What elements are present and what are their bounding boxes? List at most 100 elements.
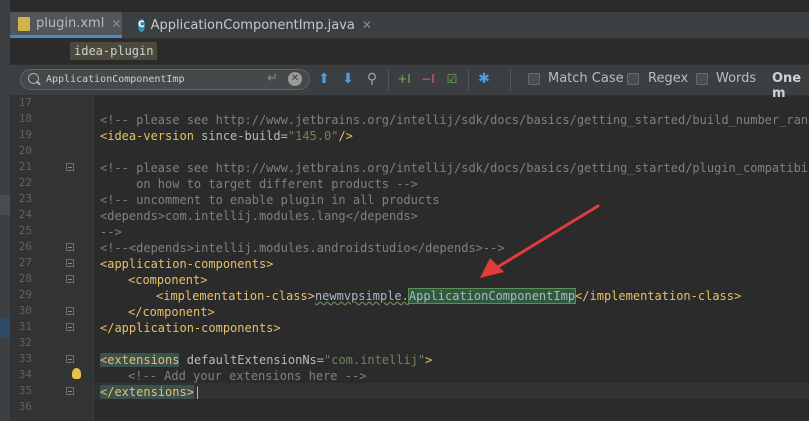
next-occurrence-icon[interactable]: ⬇ <box>340 71 356 87</box>
attribute-value: "com.intellij" <box>324 353 426 367</box>
toolbar-divider <box>510 70 511 90</box>
caret-row-highlight <box>94 383 809 399</box>
code-line-21: <!-- please see http://www.jetbrains.org… <box>100 160 809 176</box>
code-line-18: <!-- please see http://www.jetbrains.org… <box>100 112 809 128</box>
match-case-label[interactable]: Match Case <box>548 71 624 86</box>
code-line-34: <!-- Add your extensions here --> <box>128 368 366 384</box>
comment: <!-- please see http://www.jetbrains.org… <box>100 113 809 127</box>
search-input[interactable] <box>46 72 266 87</box>
words-checkbox[interactable] <box>696 73 708 85</box>
attribute-value: "145.0" <box>287 129 339 143</box>
line-number: 29 <box>18 288 32 301</box>
equals: = <box>280 129 288 143</box>
editor-tab-bar: plugin.xml ✕ C ApplicationComponentImp.j… <box>10 12 809 39</box>
regex-label[interactable]: Regex <box>648 71 688 86</box>
gutter-divider <box>93 95 94 421</box>
fold-marker[interactable] <box>66 243 74 251</box>
code-line-27: <application-components> <box>100 256 273 272</box>
line-number: 17 <box>18 96 32 109</box>
code-line-35: </extensions>| <box>100 384 201 400</box>
tag: </application-components> <box>100 321 281 335</box>
fold-marker[interactable] <box>66 259 74 267</box>
tag: <implementation-class> <box>156 289 315 303</box>
fold-marker[interactable] <box>66 323 74 331</box>
fold-marker[interactable] <box>66 307 74 315</box>
java-class-icon: C <box>138 18 145 32</box>
text-caret: | <box>193 385 202 399</box>
tab-application-component-imp[interactable]: C ApplicationComponentImp.java ✕ <box>130 12 372 38</box>
close-icon[interactable]: ✕ <box>362 18 372 32</box>
remove-occurrence-icon[interactable]: −I <box>420 71 436 87</box>
tag: <extensions <box>100 353 180 367</box>
search-icon[interactable] <box>28 73 39 84</box>
line-number: 31 <box>18 320 32 333</box>
tag: > <box>425 353 433 367</box>
line-number: 33 <box>18 352 32 365</box>
line-number: 20 <box>18 144 32 157</box>
comment: <!--<depends>intellij.modules.androidstu… <box>100 241 505 255</box>
enter-icon[interactable]: ↵ <box>267 71 278 86</box>
regex-checkbox[interactable] <box>627 73 639 85</box>
search-box: ↵ ✕ <box>20 69 310 90</box>
fold-marker[interactable] <box>66 275 74 283</box>
xml-file-icon <box>18 16 30 31</box>
editor-gutter: 17 18 19 20 21 22 23 24 25 26 27 28 29 3… <box>10 95 94 421</box>
tab-label: ApplicationComponentImp.java <box>150 17 355 33</box>
equals: = <box>316 353 324 367</box>
line-number: 27 <box>18 256 32 269</box>
tag: </implementation-class> <box>575 289 742 303</box>
select-all-occurrences-icon[interactable]: ☑ <box>444 71 460 87</box>
find-all-icon[interactable]: ⚲ <box>364 71 380 87</box>
line-number: 26 <box>18 240 32 253</box>
line-number: 35 <box>18 384 32 397</box>
close-icon[interactable]: ✕ <box>111 17 121 31</box>
comment: <!-- uncomment to enable plugin in all p… <box>100 193 440 207</box>
settings-icon[interactable]: ✱ <box>476 71 492 87</box>
line-number: 24 <box>18 208 32 221</box>
comment: <depends>com.intellij.modules.lang</depe… <box>100 209 418 223</box>
code-line-25: --> <box>100 224 122 240</box>
code-line-33: <extensions defaultExtensionNs="com.inte… <box>100 352 432 368</box>
tab-label: plugin.xml <box>36 16 105 31</box>
match-case-checkbox[interactable] <box>528 73 540 85</box>
line-number: 32 <box>18 336 32 349</box>
line-number: 22 <box>18 176 32 189</box>
code-editor[interactable]: <!-- please see http://www.jetbrains.org… <box>100 95 809 399</box>
tag: </component> <box>128 305 215 319</box>
previous-occurrence-icon[interactable]: ⬆ <box>316 71 332 87</box>
code-line-30: </component> <box>128 304 215 320</box>
tag: <idea-version <box>100 129 194 143</box>
add-occurrence-icon[interactable]: +I <box>396 71 412 87</box>
line-number: 18 <box>18 112 32 125</box>
code-line-28: <component> <box>128 272 207 288</box>
line-number: 23 <box>18 192 32 205</box>
breadcrumb[interactable]: idea-plugin <box>70 42 158 60</box>
comment: <!-- Add your extensions here --> <box>128 369 367 383</box>
toolbar-divider <box>388 70 389 90</box>
line-number: 34 <box>18 368 32 381</box>
tab-plugin-xml[interactable]: plugin.xml ✕ <box>10 12 122 38</box>
line-number: 36 <box>18 400 32 413</box>
toolbar-divider <box>468 70 469 90</box>
code-line-24: <depends>com.intellij.modules.lang</depe… <box>100 208 418 224</box>
code-line-26: <!--<depends>intellij.modules.androidstu… <box>100 240 505 256</box>
clear-icon[interactable]: ✕ <box>288 72 302 86</box>
code-line-29: <implementation-class>newmvpsimple.Appli… <box>156 288 741 304</box>
line-number: 19 <box>18 128 32 141</box>
find-bar: ↵ ✕ ⬆ ⬇ ⚲ +I −I ☑ ✱ Match Case Regex Wor… <box>10 64 809 101</box>
tag: </extensions> <box>100 385 194 399</box>
fold-marker[interactable] <box>66 163 74 171</box>
line-number: 21 <box>18 160 32 173</box>
fold-marker[interactable] <box>66 355 74 363</box>
attribute-name: since-build <box>201 129 281 143</box>
code-line-23: <!-- uncomment to enable plugin in all p… <box>100 192 440 208</box>
words-label[interactable]: Words <box>716 71 756 86</box>
lightbulb-icon[interactable] <box>72 368 81 379</box>
project-marker <box>0 318 10 338</box>
comment: on how to target different products --> <box>100 177 418 191</box>
structure-marker <box>0 195 10 215</box>
tag: <application-components> <box>100 257 274 271</box>
fold-marker[interactable] <box>66 387 74 395</box>
code-line-22: on how to target different products --> <box>100 176 418 192</box>
package-name: newmvpsimple. <box>314 289 409 303</box>
